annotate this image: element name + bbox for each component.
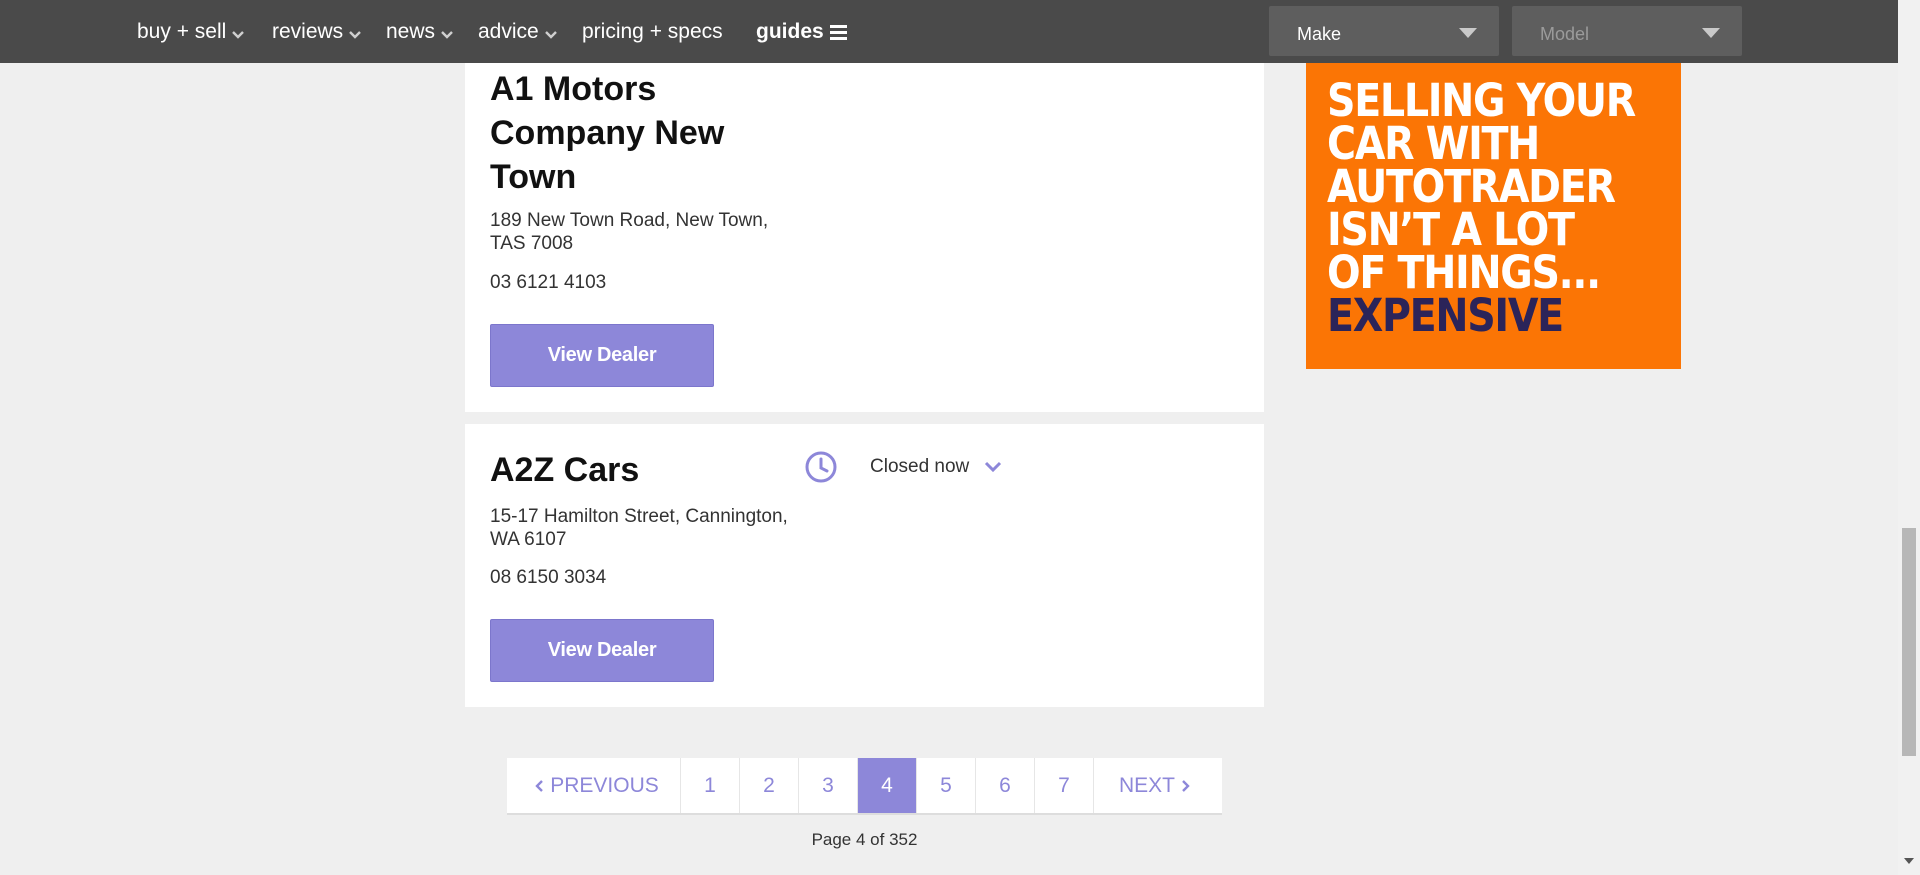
ad-text-line: ISN’T A LOT bbox=[1327, 203, 1575, 256]
nav-label: pricing + specs bbox=[582, 20, 723, 43]
advertisement-banner[interactable]: SELLING YOUR CAR WITH AUTOTRADER ISN’T A… bbox=[1306, 63, 1681, 369]
nav-label: advice bbox=[478, 20, 539, 43]
opening-hours-toggle[interactable]: Closed now bbox=[804, 450, 1003, 484]
scroll-down-arrow-icon[interactable] bbox=[1904, 858, 1914, 864]
page-link-current[interactable]: 4 bbox=[858, 758, 917, 813]
make-select[interactable]: Make bbox=[1269, 6, 1499, 56]
dealer-address: 189 New Town Road, New Town, TAS 7008 bbox=[490, 209, 768, 255]
chevron-down-icon bbox=[985, 461, 1002, 473]
nav-advice[interactable]: advice bbox=[478, 20, 559, 44]
view-dealer-button[interactable]: View Dealer bbox=[490, 324, 714, 387]
nav-guides[interactable]: guides bbox=[756, 20, 847, 44]
caret-down-icon bbox=[1459, 28, 1477, 38]
pagination: PREVIOUS 1 2 3 4 5 6 7 NEXT bbox=[507, 758, 1222, 815]
chevron-left-icon bbox=[535, 779, 544, 792]
caret-down-icon bbox=[1702, 28, 1720, 38]
dealer-name: A1 Motors Company New Town bbox=[490, 67, 724, 199]
page-link[interactable]: 7 bbox=[1035, 758, 1094, 813]
nav-buy-sell[interactable]: buy + sell bbox=[137, 20, 246, 44]
dealer-name: A2Z Cars bbox=[490, 448, 639, 492]
page-count-text: Page 4 of 352 bbox=[811, 830, 918, 849]
dealer-name-line: A2Z Cars bbox=[490, 451, 640, 489]
dealer-name-line: A1 Motors bbox=[490, 70, 657, 108]
nav-label: buy + sell bbox=[137, 20, 227, 43]
next-label: NEXT bbox=[1118, 773, 1175, 797]
ad-text-line: CAR WITH bbox=[1327, 117, 1540, 170]
model-select[interactable]: Model bbox=[1512, 6, 1742, 56]
ad-text-line: AUTOTRADER bbox=[1327, 160, 1616, 213]
top-navigation: buy + sell reviews news advice pricing +… bbox=[0, 0, 1898, 63]
page-link[interactable]: 6 bbox=[976, 758, 1035, 813]
hours-status: Closed now bbox=[870, 456, 970, 477]
clock-icon bbox=[805, 451, 837, 483]
dealer-address: 15-17 Hamilton Street, Cannington, WA 61… bbox=[490, 505, 788, 551]
chevron-right-icon bbox=[1182, 779, 1190, 792]
model-select-value: Model bbox=[1540, 24, 1590, 44]
address-line: 189 New Town Road, New Town, bbox=[490, 210, 769, 231]
chevron-down-icon bbox=[544, 31, 557, 39]
page-scrollbar[interactable] bbox=[1898, 0, 1920, 875]
previous-page-button[interactable]: PREVIOUS bbox=[507, 758, 681, 813]
address-line: TAS 7008 bbox=[490, 233, 574, 254]
dealer-name-line: Company New bbox=[490, 114, 725, 152]
nav-reviews[interactable]: reviews bbox=[272, 20, 363, 44]
address-line: 15-17 Hamilton Street, Cannington, bbox=[490, 506, 788, 527]
dealer-name-line: Town bbox=[490, 158, 577, 196]
dealer-card: A2Z Cars Closed now 15-17 Hamilton Stree… bbox=[465, 424, 1264, 707]
page-link[interactable]: 1 bbox=[681, 758, 740, 813]
ad-text-line: OF THINGS... bbox=[1327, 246, 1601, 299]
chevron-down-icon bbox=[232, 31, 245, 39]
nav-label: news bbox=[386, 20, 436, 43]
dealer-phone: 03 6121 4103 bbox=[490, 272, 607, 293]
nav-news[interactable]: news bbox=[386, 20, 455, 44]
next-page-button[interactable]: NEXT bbox=[1094, 758, 1222, 813]
chevron-down-icon bbox=[349, 31, 362, 39]
page-link[interactable]: 3 bbox=[799, 758, 858, 813]
previous-label: PREVIOUS bbox=[550, 773, 659, 797]
nav-pricing-specs[interactable]: pricing + specs bbox=[582, 20, 723, 44]
menu-icon bbox=[829, 22, 847, 43]
address-line: WA 6107 bbox=[490, 529, 567, 550]
page-link[interactable]: 5 bbox=[917, 758, 976, 813]
scrollbar-thumb[interactable] bbox=[1902, 528, 1916, 756]
dealer-phone: 08 6150 3034 bbox=[490, 567, 607, 588]
view-dealer-button[interactable]: View Dealer bbox=[490, 619, 714, 682]
nav-label: reviews bbox=[272, 20, 344, 43]
page-link[interactable]: 2 bbox=[740, 758, 799, 813]
make-select-value: Make bbox=[1297, 24, 1342, 44]
ad-text-line-highlight: EXPENSIVE bbox=[1327, 289, 1564, 342]
chevron-down-icon bbox=[441, 31, 453, 39]
ad-text-line: SELLING YOUR bbox=[1327, 74, 1636, 127]
nav-label: guides bbox=[756, 20, 824, 43]
